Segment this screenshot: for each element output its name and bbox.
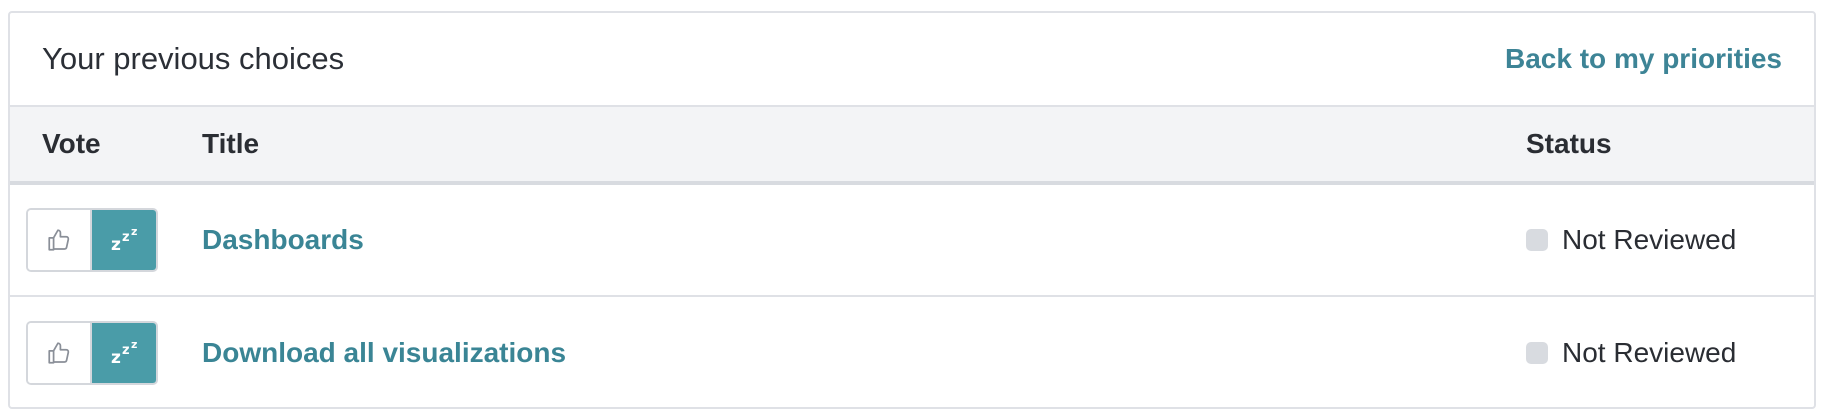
table-header: Vote Title Status [10,107,1814,185]
vote-up-button[interactable] [28,210,92,270]
status-cell: Not Reviewed [1526,337,1814,369]
column-header-status: Status [1526,128,1612,159]
vote-snooze-button[interactable]: zzz [92,210,156,270]
thumbs-up-icon [48,342,70,364]
vote-toggle-group: zzz [26,208,158,272]
status-label: Not Reviewed [1562,224,1737,255]
zzz-snooze-icon: zzz [111,338,138,368]
zzz-snooze-icon: zzz [111,225,138,255]
vote-toggle-group: zzz [26,321,158,385]
title-cell: Download all visualizations [202,337,1526,369]
vote-up-button[interactable] [28,323,92,383]
item-title-link[interactable]: Dashboards [202,224,364,255]
status-dot-icon [1526,342,1548,364]
title-cell: Dashboards [202,224,1526,256]
vote-cell: zzz [10,208,202,272]
column-header-title: Title [202,128,260,159]
panel-header: Your previous choices Back to my priorit… [10,13,1814,107]
status-indicator: Not Reviewed [1526,337,1814,369]
status-indicator: Not Reviewed [1526,224,1814,256]
back-to-priorities-link[interactable]: Back to my priorities [1505,43,1782,75]
status-dot-icon [1526,229,1548,251]
status-label: Not Reviewed [1562,337,1737,368]
item-title-link[interactable]: Download all visualizations [202,337,566,368]
vote-snooze-button[interactable]: zzz [92,323,156,383]
column-header-vote: Vote [42,128,101,159]
table-row: zzz Download all visualizations Not Revi… [10,297,1814,409]
panel-title: Your previous choices [42,41,345,76]
thumbs-up-icon [48,229,70,251]
table-row: zzz Dashboards Not Reviewed [10,185,1814,297]
vote-cell: zzz [10,321,202,385]
status-cell: Not Reviewed [1526,224,1814,256]
previous-choices-panel: Your previous choices Back to my priorit… [8,11,1816,409]
